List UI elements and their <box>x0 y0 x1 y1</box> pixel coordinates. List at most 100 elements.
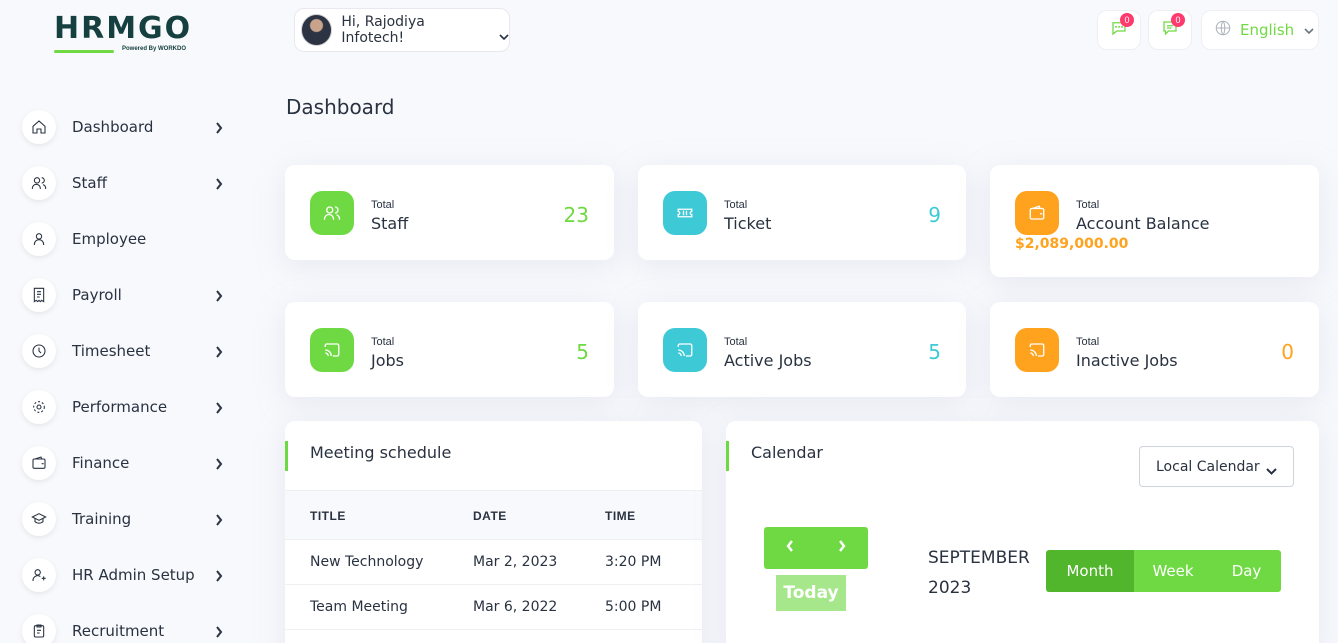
chevron-down-icon <box>499 27 509 41</box>
chevron-right-icon <box>215 345 223 358</box>
notifications-button[interactable]: 0 <box>1148 10 1192 50</box>
stat-value: 9 <box>928 203 941 227</box>
stat-value: 0 <box>1281 340 1294 364</box>
sidebar-item-training[interactable]: Training <box>22 491 242 547</box>
chevron-right-icon <box>215 625 223 638</box>
chevron-down-icon <box>1304 21 1314 39</box>
sidebar-item-label: Staff <box>72 174 107 192</box>
stat-small-label: Total <box>1076 199 1100 211</box>
sidebar-item-label: Performance <box>72 398 168 416</box>
meeting-time-cell: 3:20 PM <box>605 554 662 570</box>
stat-label: Staff <box>371 214 409 233</box>
chevron-right-icon <box>215 513 223 526</box>
panel-accent <box>726 441 729 471</box>
chevron-right-icon <box>215 121 223 134</box>
chevron-down-icon <box>1266 463 1277 479</box>
stat-label: Account Balance <box>1076 214 1210 233</box>
sidebar-item-label: HR Admin Setup <box>72 566 195 584</box>
user-greeting: Hi, Rajodiya Infotech! <box>341 14 425 46</box>
calendar-source-value: Local Calendar <box>1156 458 1260 475</box>
clipboard-icon <box>22 614 56 643</box>
stat-card-account-balance[interactable]: Total Account Balance $2,089,000.00 <box>990 165 1319 277</box>
column-header-title: TITLE <box>310 509 346 523</box>
sidebar-item-dashboard[interactable]: Dashboard <box>22 99 242 155</box>
messages-button[interactable]: 0 <box>1097 10 1141 50</box>
sidebar-item-label: Recruitment <box>72 622 165 640</box>
table-row[interactable]: New Technology Mar 2, 2023 3:20 PM <box>285 540 702 585</box>
next-month-button[interactable] <box>816 527 868 569</box>
users-icon <box>22 166 56 200</box>
wallet-icon <box>1015 191 1059 235</box>
stat-card-inactive-jobs[interactable]: Total Inactive Jobs 0 <box>990 302 1319 397</box>
target-icon <box>22 390 56 424</box>
view-week-button[interactable]: Week <box>1134 550 1212 592</box>
column-header-time: TIME <box>605 509 636 523</box>
sidebar-item-payroll[interactable]: Payroll <box>22 267 242 323</box>
cast-icon <box>663 328 707 372</box>
sidebar-item-label: Dashboard <box>72 118 154 136</box>
sidebar-item-hr-admin-setup[interactable]: HR Admin Setup <box>22 547 242 603</box>
wallet-icon <box>22 446 56 480</box>
globe-icon <box>1214 19 1232 42</box>
sidebar-item-employee[interactable]: Employee <box>22 211 242 267</box>
sidebar: HRMGO Powered By WORKDO Dashboard Staff … <box>0 0 260 643</box>
sidebar-item-finance[interactable]: Finance <box>22 435 242 491</box>
today-button[interactable]: Today <box>776 575 846 611</box>
stat-card-staff[interactable]: Total Staff 23 <box>285 165 614 260</box>
calendar-panel: Calendar Local Calendar Today SEPTEMBER … <box>726 421 1319 643</box>
user-plus-icon <box>22 558 56 592</box>
panel-title: Calendar <box>751 443 823 462</box>
language-selector[interactable]: English <box>1201 10 1319 50</box>
calendar-view-toggle: Month Week Day <box>1046 550 1281 592</box>
sidebar-item-label: Finance <box>72 454 130 472</box>
sidebar-item-staff[interactable]: Staff <box>22 155 242 211</box>
meeting-schedule-panel: Meeting schedule TITLE DATE TIME New Tec… <box>285 421 702 643</box>
stat-card-active-jobs[interactable]: Total Active Jobs 5 <box>638 302 966 397</box>
meeting-date-cell: Mar 2, 2023 <box>473 554 558 570</box>
chevron-right-icon <box>215 289 223 302</box>
receipt-icon <box>22 278 56 312</box>
stat-label: Active Jobs <box>724 351 812 370</box>
view-day-button[interactable]: Day <box>1212 550 1281 592</box>
table-row[interactable]: Team Meeting Mar 6, 2022 5:00 PM <box>285 585 702 630</box>
stat-label: Jobs <box>371 351 404 370</box>
prev-month-button[interactable] <box>764 527 816 569</box>
stat-card-ticket[interactable]: Total Ticket 9 <box>638 165 966 260</box>
stat-small-label: Total <box>1076 336 1100 348</box>
table-header: TITLE DATE TIME <box>285 490 702 540</box>
notifications-count-badge: 0 <box>1171 13 1185 27</box>
cast-icon <box>310 328 354 372</box>
calendar-source-select[interactable]: Local Calendar <box>1139 446 1294 487</box>
logo[interactable]: HRMGO Powered By WORKDO <box>54 12 204 56</box>
stat-label: Ticket <box>724 214 772 233</box>
stat-value: 23 <box>563 203 589 227</box>
sidebar-item-label: Employee <box>72 230 147 248</box>
column-header-date: DATE <box>473 509 507 523</box>
sidebar-item-label: Training <box>72 510 132 528</box>
logo-subtitle: Powered By WORKDO <box>122 46 187 52</box>
graduation-cap-icon <box>22 502 56 536</box>
calendar-month-name: SEPTEMBER <box>928 548 1030 568</box>
chevron-right-icon <box>215 401 223 414</box>
stat-label: Inactive Jobs <box>1076 351 1178 370</box>
sidebar-item-timesheet[interactable]: Timesheet <box>22 323 242 379</box>
chevron-right-icon <box>837 539 847 558</box>
stat-small-label: Total <box>371 199 395 211</box>
stat-value: 5 <box>928 340 941 364</box>
page-title: Dashboard <box>286 95 395 119</box>
chevron-left-icon <box>785 539 795 558</box>
user-menu-button[interactable]: Hi, Rajodiya Infotech! <box>294 8 510 52</box>
stat-small-label: Total <box>371 336 395 348</box>
logo-text: HRMGO <box>54 11 193 46</box>
home-icon <box>22 110 56 144</box>
calendar-nav-group <box>764 527 868 569</box>
sidebar-nav: Dashboard Staff Employee Payroll Timeshe… <box>22 99 242 643</box>
stat-card-jobs[interactable]: Total Jobs 5 <box>285 302 614 397</box>
sidebar-item-recruitment[interactable]: Recruitment <box>22 603 242 643</box>
chevron-right-icon <box>215 457 223 470</box>
calendar-year: 2023 <box>928 578 972 598</box>
view-month-button[interactable]: Month <box>1046 550 1134 592</box>
meeting-title-cell: New Technology <box>310 554 424 570</box>
sidebar-item-performance[interactable]: Performance <box>22 379 242 435</box>
ticket-icon <box>663 191 707 235</box>
